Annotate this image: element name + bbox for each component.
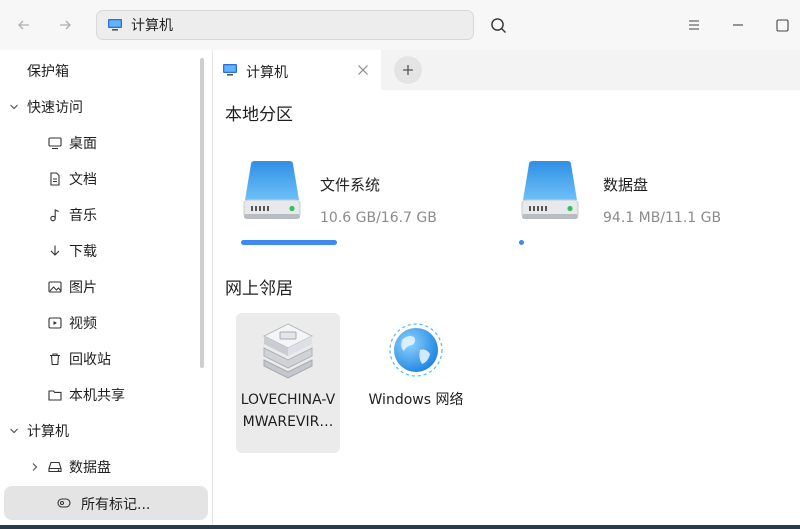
sidebar-group-label: 计算机 [27, 424, 69, 440]
computer-icon [108, 19, 122, 31]
hard-disk-icon [47, 459, 63, 475]
address-bar[interactable]: 计算机 [96, 10, 474, 40]
minimize-button[interactable] [723, 10, 753, 40]
search-icon [490, 17, 506, 33]
globe-icon [389, 323, 443, 377]
disk-usage-fill [519, 240, 524, 245]
music-note-icon [47, 207, 63, 223]
download-arrow-icon [47, 243, 63, 259]
sidebar-item-vault[interactable]: 保护箱 [0, 54, 200, 88]
maximize-icon [775, 18, 789, 32]
search-button[interactable] [483, 10, 513, 40]
video-icon [47, 315, 63, 331]
minimize-icon [733, 24, 743, 26]
disk-usage-text: 94.1 MB/11.1 GB [603, 210, 722, 226]
sidebar-group-computer[interactable]: 计算机 [0, 414, 200, 448]
server-icon [262, 323, 314, 379]
arrow-left-icon [18, 20, 29, 30]
sidebar-item-label: 数据盘 [69, 460, 111, 476]
network-item-host[interactable]: LOVECHINA-VMWAREVIR… [236, 313, 340, 453]
chevron-down-icon[interactable] [8, 425, 20, 437]
disk-usage-bar [241, 240, 393, 245]
sidebar-item-trash[interactable]: 回收站 [0, 342, 200, 376]
sidebar: 保护箱 快速访问 桌面 文档 音乐 下载 图片 视频 回收站 本机共享 计算机 … [0, 50, 212, 529]
hamburger-menu-icon [689, 20, 699, 30]
sidebar-item-label: 本机共享 [69, 388, 125, 404]
arrow-right-icon [60, 20, 71, 30]
desktop-background-strip [0, 525, 800, 529]
disk-name: 数据盘 [603, 176, 649, 194]
close-icon [358, 65, 368, 75]
sidebar-item-data-disk[interactable]: 数据盘 [0, 450, 200, 484]
sidebar-item-shares[interactable]: 本机共享 [0, 378, 200, 412]
section-title-network: 网上邻居 [225, 279, 293, 299]
folder-icon [47, 387, 63, 403]
chevron-right-icon[interactable] [29, 461, 41, 473]
sidebar-item-label: 图片 [69, 280, 97, 296]
forward-button[interactable] [50, 10, 80, 40]
maximize-button[interactable] [767, 10, 797, 40]
tab-bar: 计算机 [213, 50, 800, 90]
sidebar-item-videos[interactable]: 视频 [0, 306, 200, 340]
sidebar-item-pictures[interactable]: 图片 [0, 270, 200, 304]
sidebar-item-downloads[interactable]: 下载 [0, 234, 200, 268]
disk-usage-text: 10.6 GB/16.7 GB [320, 210, 437, 226]
sidebar-item-label: 所有标记... [81, 497, 151, 513]
hard-disk-icon [243, 161, 301, 219]
disk-usage-bar [519, 240, 671, 245]
desktop-icon [47, 135, 63, 151]
sidebar-item-all-tags[interactable]: 所有标记... [4, 486, 208, 520]
network-item-windows[interactable]: Windows 网络 [364, 313, 468, 453]
new-tab-button[interactable] [394, 56, 422, 84]
disk-item-data[interactable]: 数据盘 94.1 MB/11.1 GB [519, 148, 769, 248]
main-content: 本地分区 文件系统 10.6 GB/16.7 GB 数据盘 94.1 MB/11… [213, 90, 800, 529]
sidebar-scrollbar[interactable] [200, 58, 204, 368]
chevron-down-icon[interactable] [8, 101, 20, 113]
sidebar-item-desktop[interactable]: 桌面 [0, 126, 200, 160]
picture-icon [47, 279, 63, 295]
sidebar-item-label: 音乐 [69, 208, 97, 224]
tag-icon [56, 496, 72, 510]
tab-close-button[interactable] [355, 62, 371, 78]
network-item-label: Windows 网络 [368, 392, 464, 408]
menu-button[interactable] [679, 10, 709, 40]
sidebar-group-label: 快速访问 [27, 100, 83, 116]
sidebar-item-label: 文档 [69, 172, 97, 188]
sidebar-item-documents[interactable]: 文档 [0, 162, 200, 196]
sidebar-item-label: 下载 [69, 244, 97, 260]
section-title-local: 本地分区 [225, 105, 293, 125]
sidebar-item-label: 视频 [69, 316, 97, 332]
sidebar-item-label: 桌面 [69, 136, 97, 152]
sidebar-item-music[interactable]: 音乐 [0, 198, 200, 232]
computer-icon [223, 64, 237, 76]
trash-icon [47, 351, 63, 367]
sidebar-item-label: 回收站 [69, 352, 111, 368]
hard-disk-icon [521, 161, 579, 219]
disk-item-filesystem[interactable]: 文件系统 10.6 GB/16.7 GB [241, 148, 491, 248]
tab-computer[interactable]: 计算机 [213, 50, 381, 90]
network-item-label: LOVECHINA-VMWAREVIR… [240, 392, 336, 430]
disk-name: 文件系统 [320, 176, 381, 194]
back-button[interactable] [9, 10, 39, 40]
sidebar-group-quick-access[interactable]: 快速访问 [0, 90, 200, 124]
document-icon [47, 171, 63, 187]
sidebar-item-label: 保护箱 [27, 64, 69, 80]
tab-label: 计算机 [246, 65, 288, 81]
address-text: 计算机 [131, 18, 173, 34]
disk-usage-fill [241, 240, 337, 245]
plus-icon [403, 65, 413, 75]
title-bar: 计算机 [0, 0, 800, 50]
